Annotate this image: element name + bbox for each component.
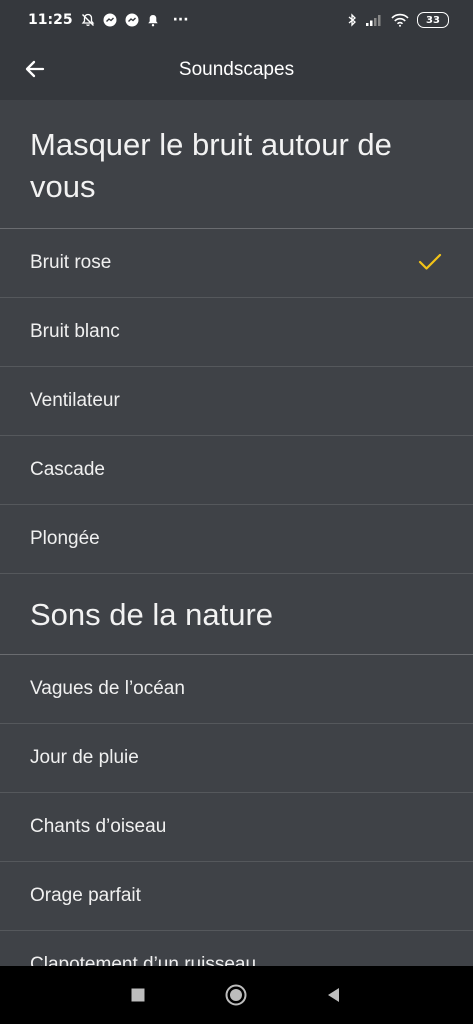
list-item-label: Bruit blanc [30, 321, 120, 342]
bell-icon [147, 14, 159, 27]
bluetooth-icon [347, 13, 357, 27]
list-item-cascade[interactable]: Cascade [0, 436, 473, 505]
list-item-bruit-blanc[interactable]: Bruit blanc [0, 298, 473, 367]
list-item-bruit-rose[interactable]: Bruit rose [0, 229, 473, 298]
page-title: Soundscapes [178, 59, 295, 80]
checkmark-icon [418, 253, 442, 270]
signal-icon [365, 13, 383, 27]
wifi-icon [391, 13, 409, 27]
list-item-ruisseau[interactable]: Clapotement d’un ruisseau [0, 931, 473, 966]
list-item-label: Ventilateur [30, 390, 120, 411]
system-back-button[interactable] [322, 983, 346, 1007]
triangle-back-icon [328, 988, 339, 1002]
list-item-jour-de-pluie[interactable]: Jour de pluie [0, 724, 473, 793]
list-item-ventilateur[interactable]: Ventilateur [0, 367, 473, 436]
square-icon [131, 988, 145, 1002]
list-item-plongee[interactable]: Plongée [0, 505, 473, 574]
arrow-left-icon [25, 60, 45, 78]
section-title-nature: Sons de la nature [0, 574, 473, 655]
app-bar: Soundscapes [0, 40, 473, 100]
list-item-chants-oiseau[interactable]: Chants d’oiseau [0, 793, 473, 862]
list-item-label: Plongée [30, 528, 100, 549]
list-item-label: Chants d’oiseau [30, 816, 167, 837]
messenger-icon [125, 13, 139, 27]
section-title-masking: Masquer le bruit autour de vous [0, 100, 473, 229]
list-item-label: Vagues de l’océan [30, 678, 185, 699]
more-notifications: ··· [172, 12, 189, 28]
list-item-label: Jour de pluie [30, 747, 139, 768]
list-item-vagues[interactable]: Vagues de l’océan [0, 655, 473, 724]
list-item-label: Clapotement d’un ruisseau [30, 954, 257, 966]
status-time: 11:25 [28, 12, 73, 28]
list-item-label: Cascade [30, 459, 105, 480]
battery-level: 33 [426, 14, 440, 26]
list-item-label: Bruit rose [30, 252, 112, 273]
status-bar: 11:25 ··· 33 [0, 0, 473, 40]
system-nav-bar [0, 966, 473, 1024]
back-button[interactable] [20, 54, 50, 84]
bell-off-icon [81, 13, 95, 27]
messenger-icon [103, 13, 117, 27]
recents-button[interactable] [126, 983, 150, 1007]
list-item-orage[interactable]: Orage parfait [0, 862, 473, 931]
battery-icon: 33 [417, 12, 449, 28]
soundscapes-list[interactable]: Masquer le bruit autour de vous Bruit ro… [0, 100, 473, 966]
list-item-label: Orage parfait [30, 885, 141, 906]
home-button[interactable] [224, 983, 248, 1007]
circle-icon [225, 984, 247, 1006]
